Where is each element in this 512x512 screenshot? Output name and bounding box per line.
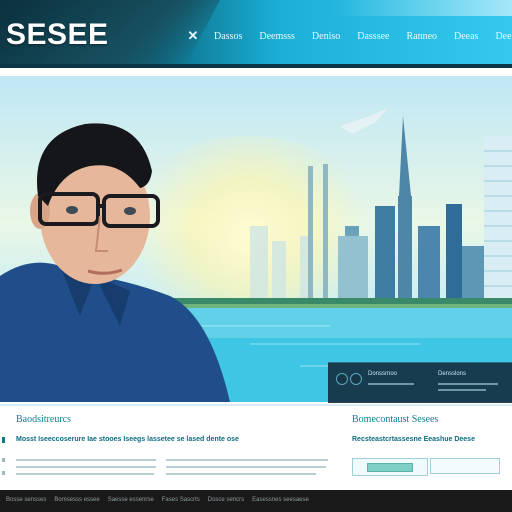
- nav-item[interactable]: Deenscs: [495, 31, 512, 42]
- footer-link[interactable]: Fases Sascrts: [162, 497, 200, 503]
- nav-item[interactable]: Ranneo: [406, 31, 437, 42]
- main-nav: Dassos Deemsss Deniso Dasssee Ranneo Dee…: [214, 31, 512, 42]
- text-line: [166, 473, 316, 475]
- site-header: SESEE ✕ Dassos Deemsss Deniso Dasssee Ra…: [0, 0, 512, 68]
- search-button[interactable]: [430, 458, 500, 474]
- panel-text-line: [368, 383, 414, 385]
- search-input-fill: [367, 463, 413, 472]
- section-title-right: Bomecontaust Sesees: [352, 414, 439, 425]
- site-logo[interactable]: SESEE: [6, 18, 109, 52]
- footer-links: Bosse sensses Bomsesss essee Saesse esse…: [6, 497, 309, 503]
- text-line: [166, 466, 326, 468]
- footer-link[interactable]: Saesse essenrse: [108, 497, 154, 503]
- footer-link[interactable]: Bomsesss essee: [54, 497, 99, 503]
- panel-link[interactable]: Densslons: [438, 371, 466, 377]
- footer-link[interactable]: Bosse sensses: [6, 497, 46, 503]
- text-line: [16, 466, 156, 468]
- nav-item[interactable]: Deniso: [312, 31, 340, 42]
- nav-item[interactable]: Deemsss: [259, 31, 295, 42]
- nav-item[interactable]: Deeas: [454, 31, 478, 42]
- hero-info-panel: Donssrnoo Densslons: [328, 362, 512, 403]
- section-title-left: Baodsitreurcs: [16, 414, 71, 425]
- slider-prev-button[interactable]: [336, 373, 348, 385]
- header-sheen: [332, 0, 512, 16]
- nav-item[interactable]: Dasssee: [357, 31, 389, 42]
- footer-link[interactable]: Dosce sencrs: [208, 497, 244, 503]
- bullet-marker: [2, 458, 5, 462]
- footer-link[interactable]: Easessnes seesaese: [252, 497, 309, 503]
- text-line: [16, 473, 154, 475]
- header-bottom-bar: [0, 64, 512, 68]
- bullet-marker: [2, 437, 5, 443]
- hero-person-image: [0, 123, 230, 402]
- nav-item[interactable]: Dassos: [214, 31, 242, 42]
- close-icon[interactable]: ✕: [186, 29, 200, 43]
- search-input[interactable]: [352, 458, 428, 476]
- hero-banner: [0, 76, 512, 402]
- text-line: [166, 459, 328, 461]
- bullet-marker: [2, 471, 5, 475]
- panel-text-line: [438, 383, 498, 385]
- site-footer: Bosse sensses Bomsesss essee Saesse esse…: [0, 490, 512, 512]
- text-line: [16, 459, 156, 461]
- panel-text-line: [438, 389, 486, 391]
- panel-link[interactable]: Donssrnoo: [368, 371, 397, 377]
- slider-next-button[interactable]: [350, 373, 362, 385]
- content-divider: [0, 404, 512, 406]
- section-subtitle-left: Mosst Iseeccoserure Iae stooes Iseegs la…: [16, 436, 239, 443]
- section-subtitle-right: Recsteastcrtassesne Eeashue Deese: [352, 436, 475, 443]
